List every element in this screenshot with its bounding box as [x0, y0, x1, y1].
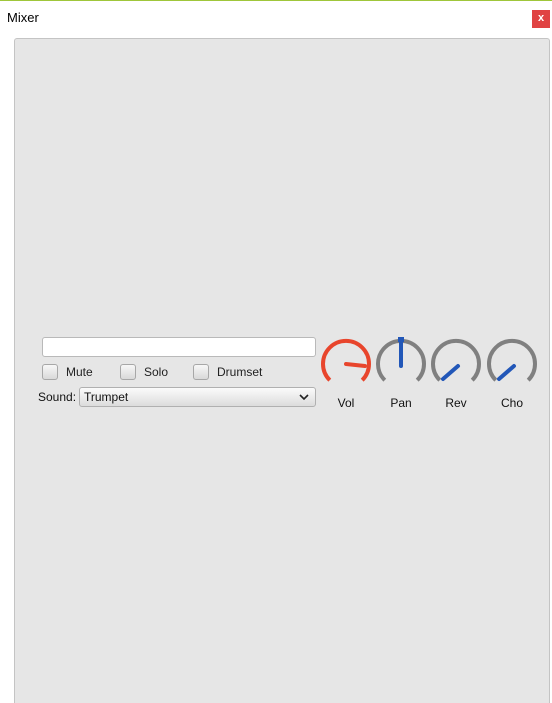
channel-name-field[interactable] [42, 337, 316, 357]
pan-center-mark [398, 337, 404, 342]
drumset-checkbox-box[interactable] [193, 364, 209, 380]
mixer-window: Mixer x Mute Solo Drumset Sound: Trumpet… [0, 0, 552, 703]
solo-label: Solo [144, 365, 169, 379]
sound-select-value: Trumpet [84, 390, 129, 404]
window-title: Mixer [7, 10, 39, 25]
reverb-knob-indicator [441, 364, 460, 381]
reverb-knob-label: Rev [445, 396, 467, 410]
sound-select[interactable]: Trumpet [79, 387, 316, 407]
solo-checkbox-box[interactable] [120, 364, 136, 380]
chevron-down-icon [299, 394, 309, 401]
volume-knob[interactable] [318, 336, 374, 392]
pan-knob-label: Pan [390, 396, 412, 410]
volume-knob-indicator [344, 362, 367, 368]
reverb-knob[interactable] [428, 336, 484, 392]
volume-knob-label: Vol [337, 396, 355, 410]
chorus-knob-label: Cho [500, 396, 523, 410]
volume-knob-ring [321, 338, 371, 382]
drumset-checkbox[interactable]: Drumset [193, 363, 262, 381]
mute-checkbox[interactable]: Mute [42, 363, 93, 381]
solo-checkbox[interactable]: Solo [120, 363, 168, 381]
close-button[interactable]: x [532, 10, 550, 28]
mute-checkbox-box[interactable] [42, 364, 58, 380]
mute-label: Mute [66, 365, 93, 379]
chorus-knob[interactable] [484, 336, 540, 392]
sound-label: Sound: [38, 390, 77, 404]
reverb-knob-ring [431, 338, 481, 382]
title-bar[interactable]: Mixer x [0, 1, 552, 35]
chorus-knob-indicator [497, 364, 516, 381]
drumset-label: Drumset [217, 365, 263, 379]
pan-knob[interactable] [373, 336, 429, 392]
chorus-knob-ring [487, 338, 537, 382]
